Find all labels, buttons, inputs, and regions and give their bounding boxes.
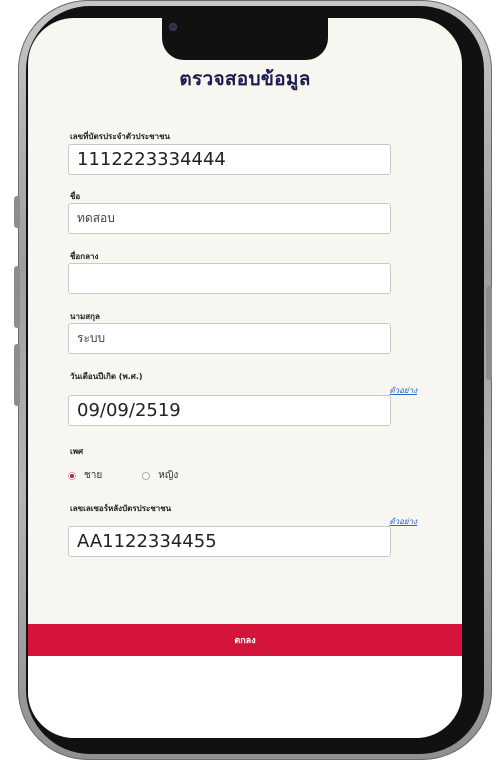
- middle-name-input[interactable]: [68, 263, 391, 294]
- phone-side-button: [14, 196, 20, 228]
- phone-power-button: [486, 286, 492, 380]
- laser-code-label: เลขเลเซอร์หลังบัตรประชาชน: [70, 504, 172, 513]
- submit-button[interactable]: ตกลง: [28, 624, 462, 656]
- birthdate-label: วันเดือนปีเกิด (พ.ศ.): [70, 372, 143, 381]
- laser-code-example-link[interactable]: ตัวอย่าง: [389, 515, 417, 528]
- gender-option-male[interactable]: ชาย: [68, 468, 102, 483]
- gender-label: เพศ: [70, 447, 84, 456]
- phone-notch: [162, 18, 328, 60]
- phone-screen: ตรวจสอบข้อมูล เลขที่บัตรประจำตัวประชาชน …: [28, 18, 462, 738]
- radio-checked-icon[interactable]: [68, 471, 76, 480]
- birthdate-example-link[interactable]: ตัวอย่าง: [389, 384, 417, 397]
- camera-icon: [170, 24, 176, 30]
- radio-unchecked-icon[interactable]: [142, 471, 151, 480]
- laser-code-input[interactable]: AA1122334455: [68, 526, 391, 557]
- phone-volume-up-button: [14, 266, 20, 328]
- gender-radio-group: ชาย หญิง: [68, 468, 178, 483]
- birthdate-input[interactable]: 09/09/2519: [68, 395, 391, 426]
- first-name-input[interactable]: ทดสอบ: [68, 203, 391, 234]
- gender-option-female[interactable]: หญิง: [142, 468, 178, 483]
- gender-option-male-label: ชาย: [84, 470, 103, 481]
- first-name-label: ชื่อ: [70, 192, 81, 201]
- gender-option-female-label: หญิง: [158, 470, 179, 481]
- id-card-input[interactable]: 1112223334444: [68, 144, 391, 175]
- last-name-input[interactable]: ระบบ: [68, 323, 391, 354]
- middle-name-label: ชื่อกลาง: [70, 252, 99, 261]
- page-title: ตรวจสอบข้อมูล: [179, 68, 311, 90]
- last-name-label: นามสกุล: [70, 312, 100, 321]
- bottom-blank-area: [28, 656, 462, 738]
- id-card-label: เลขที่บัตรประจำตัวประชาชน: [70, 132, 170, 141]
- phone-volume-down-button: [14, 344, 20, 406]
